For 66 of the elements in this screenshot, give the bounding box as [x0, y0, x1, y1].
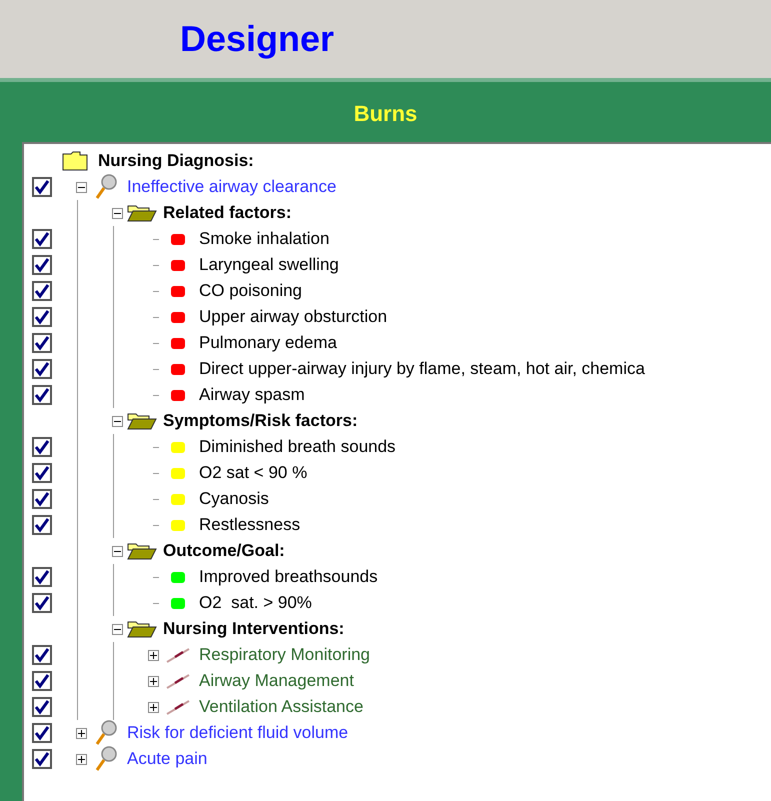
- factor-label[interactable]: Diminished breath sounds: [199, 437, 396, 456]
- factor-label[interactable]: Upper airway obsturction: [199, 307, 388, 326]
- diagnosis-label[interactable]: Acute pain: [127, 749, 208, 768]
- factor-label[interactable]: Pulmonary edema: [199, 333, 337, 352]
- checkbox[interactable]: [32, 463, 52, 483]
- syringe-icon: [165, 647, 191, 663]
- factor-label[interactable]: O2 sat < 90 %: [199, 463, 308, 482]
- magnifier-icon: [94, 174, 118, 200]
- magnifier-icon: [94, 720, 118, 746]
- open-folder-icon: [127, 412, 157, 430]
- folder-icon: [62, 151, 88, 171]
- factor-label[interactable]: Cyanosis: [199, 489, 269, 508]
- app-title: Designer: [180, 17, 334, 61]
- expand-toggle[interactable]: [148, 650, 159, 660]
- magnifier-icon: [94, 746, 118, 772]
- checkbox[interactable]: [32, 359, 52, 379]
- checkbox[interactable]: [32, 671, 52, 691]
- intervention-label[interactable]: Ventilation Assistance: [199, 697, 364, 716]
- checkbox[interactable]: [32, 567, 52, 587]
- collapse-toggle[interactable]: [112, 208, 123, 218]
- open-folder-icon: [127, 204, 157, 222]
- factor-label[interactable]: Direct upper-airway injury by flame, steam, hot air, chemica: [199, 359, 645, 378]
- intervention-label[interactable]: Respiratory Monitoring: [199, 645, 370, 664]
- checkbox[interactable]: [32, 697, 52, 717]
- checkbox[interactable]: [32, 307, 52, 327]
- factor-label[interactable]: O2 sat. > 90%: [199, 593, 312, 612]
- expand-toggle[interactable]: [148, 676, 159, 686]
- checkbox[interactable]: [32, 333, 52, 353]
- factor-label[interactable]: Restlessness: [199, 515, 300, 534]
- factor-label[interactable]: Smoke inhalation: [199, 229, 330, 248]
- factor-label[interactable]: Laryngeal swelling: [199, 255, 339, 274]
- diagnosis-label[interactable]: Ineffective airway clearance: [127, 177, 336, 196]
- factor-label[interactable]: CO poisoning: [199, 281, 302, 300]
- group-heading: Nursing Interventions:: [163, 619, 344, 638]
- group-heading: Related factors:: [163, 203, 292, 222]
- checkbox[interactable]: [32, 645, 52, 665]
- expand-toggle[interactable]: [148, 702, 159, 712]
- intervention-label[interactable]: Airway Management: [199, 671, 354, 690]
- group-heading: Outcome/Goal:: [163, 541, 285, 560]
- open-folder-icon: [127, 620, 157, 638]
- checkbox[interactable]: [32, 593, 52, 613]
- expand-toggle[interactable]: [76, 728, 87, 738]
- open-folder-icon: [127, 542, 157, 560]
- checkbox[interactable]: [32, 489, 52, 509]
- checkbox[interactable]: [32, 229, 52, 249]
- factor-label[interactable]: Improved breathsounds: [199, 567, 378, 586]
- collapse-toggle[interactable]: [112, 416, 123, 426]
- group-heading: Symptoms/Risk factors:: [163, 411, 358, 430]
- syringe-icon: [165, 699, 191, 715]
- collapse-toggle[interactable]: [112, 624, 123, 634]
- factor-label[interactable]: Airway spasm: [199, 385, 305, 404]
- checkbox[interactable]: [32, 385, 52, 405]
- checkbox[interactable]: [32, 177, 52, 197]
- collapse-toggle[interactable]: [112, 546, 123, 556]
- expand-toggle[interactable]: [76, 754, 87, 764]
- checkbox[interactable]: [32, 437, 52, 457]
- checkbox[interactable]: [32, 749, 52, 769]
- checkbox[interactable]: [32, 281, 52, 301]
- syringe-icon: [165, 673, 191, 689]
- panel-title: Burns: [354, 100, 418, 128]
- tree-root-label: Nursing Diagnosis:: [98, 150, 254, 172]
- checkbox[interactable]: [32, 515, 52, 535]
- checkbox[interactable]: [32, 255, 52, 275]
- checkbox[interactable]: [32, 723, 52, 743]
- diagnosis-label[interactable]: Risk for deficient fluid volume: [127, 723, 348, 742]
- collapse-toggle[interactable]: [76, 182, 87, 192]
